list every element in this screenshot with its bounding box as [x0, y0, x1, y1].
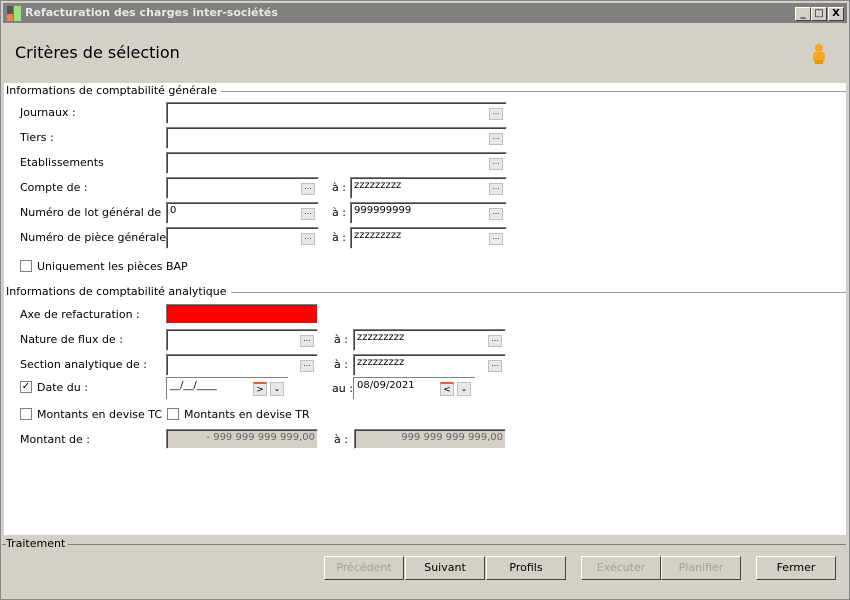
user-icon[interactable]: [811, 43, 827, 65]
close-button[interactable]: X: [828, 7, 844, 21]
montant-from-input: - 999 999 999 999,00: [166, 429, 318, 449]
etablissements-label: Etablissements: [20, 156, 104, 169]
previous-button[interactable]: Précédent: [324, 556, 404, 580]
devise-tr-label: Montants en devise TR: [184, 408, 310, 421]
date-from-input[interactable]: __/__/____ > ⌄: [166, 377, 288, 399]
montant-to-input: 999 999 999 999,00: [354, 429, 506, 449]
compte-to-label: à :: [332, 181, 346, 194]
selection-form: Informations de comptabilité générale Jo…: [4, 83, 846, 535]
ellipsis-button[interactable]: ...: [301, 208, 315, 220]
nature-label: Nature de flux de :: [20, 333, 123, 346]
lot-to-label: à :: [332, 206, 346, 219]
date-to-label: au :: [332, 382, 353, 395]
tiers-input[interactable]: ...: [166, 127, 507, 149]
section-label: Section analytique de :: [20, 358, 147, 371]
calendar-icon[interactable]: <: [440, 382, 454, 396]
axe-label: Axe de refacturation :: [20, 308, 140, 321]
date-checkbox[interactable]: ✓: [20, 381, 32, 393]
lot-to-input[interactable]: 999999999...: [350, 202, 507, 224]
ellipsis-button[interactable]: ...: [488, 360, 502, 372]
devise-tr-checkbox[interactable]: [167, 408, 179, 420]
header: Critères de sélection: [3, 23, 847, 84]
section-to-input[interactable]: zzzzzzzzz...: [353, 354, 506, 376]
schedule-button[interactable]: Planifier: [661, 556, 741, 580]
ellipsis-button[interactable]: ...: [300, 360, 314, 372]
piece-to-label: à :: [332, 231, 346, 244]
analytic-legend: Informations de comptabilité analytique: [6, 285, 231, 298]
piece-to-input[interactable]: zzzzzzzzz...: [350, 227, 507, 249]
app-icon: [7, 6, 21, 21]
lot-from-input[interactable]: 0...: [166, 202, 319, 224]
ellipsis-button[interactable]: ...: [489, 133, 503, 145]
nature-from-input[interactable]: ...: [166, 329, 318, 351]
bap-label: Uniquement les pièces BAP: [37, 260, 188, 273]
ellipsis-button[interactable]: ...: [489, 108, 503, 120]
ellipsis-button[interactable]: ...: [489, 158, 503, 170]
execute-button[interactable]: Exécuter: [581, 556, 661, 580]
page-title: Critères de sélection: [15, 43, 180, 62]
ellipsis-button[interactable]: ...: [489, 208, 503, 220]
minimize-button[interactable]: _: [795, 7, 811, 21]
compte-label: Compte de :: [20, 181, 88, 194]
nature-to-input[interactable]: zzzzzzzzz...: [353, 329, 506, 351]
traitement-legend: Traitement: [6, 537, 69, 550]
nature-to-label: à :: [334, 333, 348, 346]
window-title: Refacturation des charges inter-sociétés: [25, 6, 278, 19]
compte-to-input[interactable]: zzzzzzzzz...: [350, 177, 507, 199]
piece-from-input[interactable]: ...: [166, 227, 319, 249]
ellipsis-button[interactable]: ...: [488, 335, 502, 347]
general-legend: Informations de comptabilité générale: [6, 84, 221, 97]
montant-to-label: à :: [334, 433, 348, 446]
ellipsis-button[interactable]: ...: [489, 183, 503, 195]
date-to-input[interactable]: 08/09/2021 < ⌄: [353, 377, 475, 399]
piece-label: Numéro de pièce générale de :: [20, 231, 191, 244]
calendar-icon[interactable]: >: [253, 382, 267, 396]
devise-tc-label: Montants en devise TC: [37, 408, 163, 421]
close-form-button[interactable]: Fermer: [756, 556, 836, 580]
etablissements-input[interactable]: ...: [166, 152, 507, 174]
maximize-button[interactable]: □: [811, 7, 827, 21]
ellipsis-button[interactable]: ...: [300, 335, 314, 347]
compte-from-input[interactable]: ...: [166, 177, 319, 199]
chevron-down-icon[interactable]: ⌄: [457, 382, 471, 396]
ellipsis-button[interactable]: ...: [301, 183, 315, 195]
section-to-label: à :: [334, 358, 348, 371]
journaux-input[interactable]: ...: [166, 102, 507, 124]
date-label: Date du :: [37, 381, 88, 394]
axe-input[interactable]: [166, 304, 318, 324]
lot-label: Numéro de lot général de :: [20, 206, 169, 219]
ellipsis-button[interactable]: ...: [301, 233, 315, 245]
ellipsis-button[interactable]: ...: [489, 233, 503, 245]
journaux-label: Journaux :: [20, 106, 76, 119]
tiers-label: Tiers :: [20, 131, 54, 144]
bap-checkbox[interactable]: [20, 260, 32, 272]
next-button[interactable]: Suivant: [405, 556, 485, 580]
section-from-input[interactable]: ...: [166, 354, 318, 376]
title-bar: Refacturation des charges inter-sociétés…: [3, 3, 847, 23]
profiles-button[interactable]: Profils: [486, 556, 566, 580]
montant-label: Montant de :: [20, 433, 90, 446]
devise-tc-checkbox[interactable]: [20, 408, 32, 420]
chevron-down-icon[interactable]: ⌄: [270, 382, 284, 396]
